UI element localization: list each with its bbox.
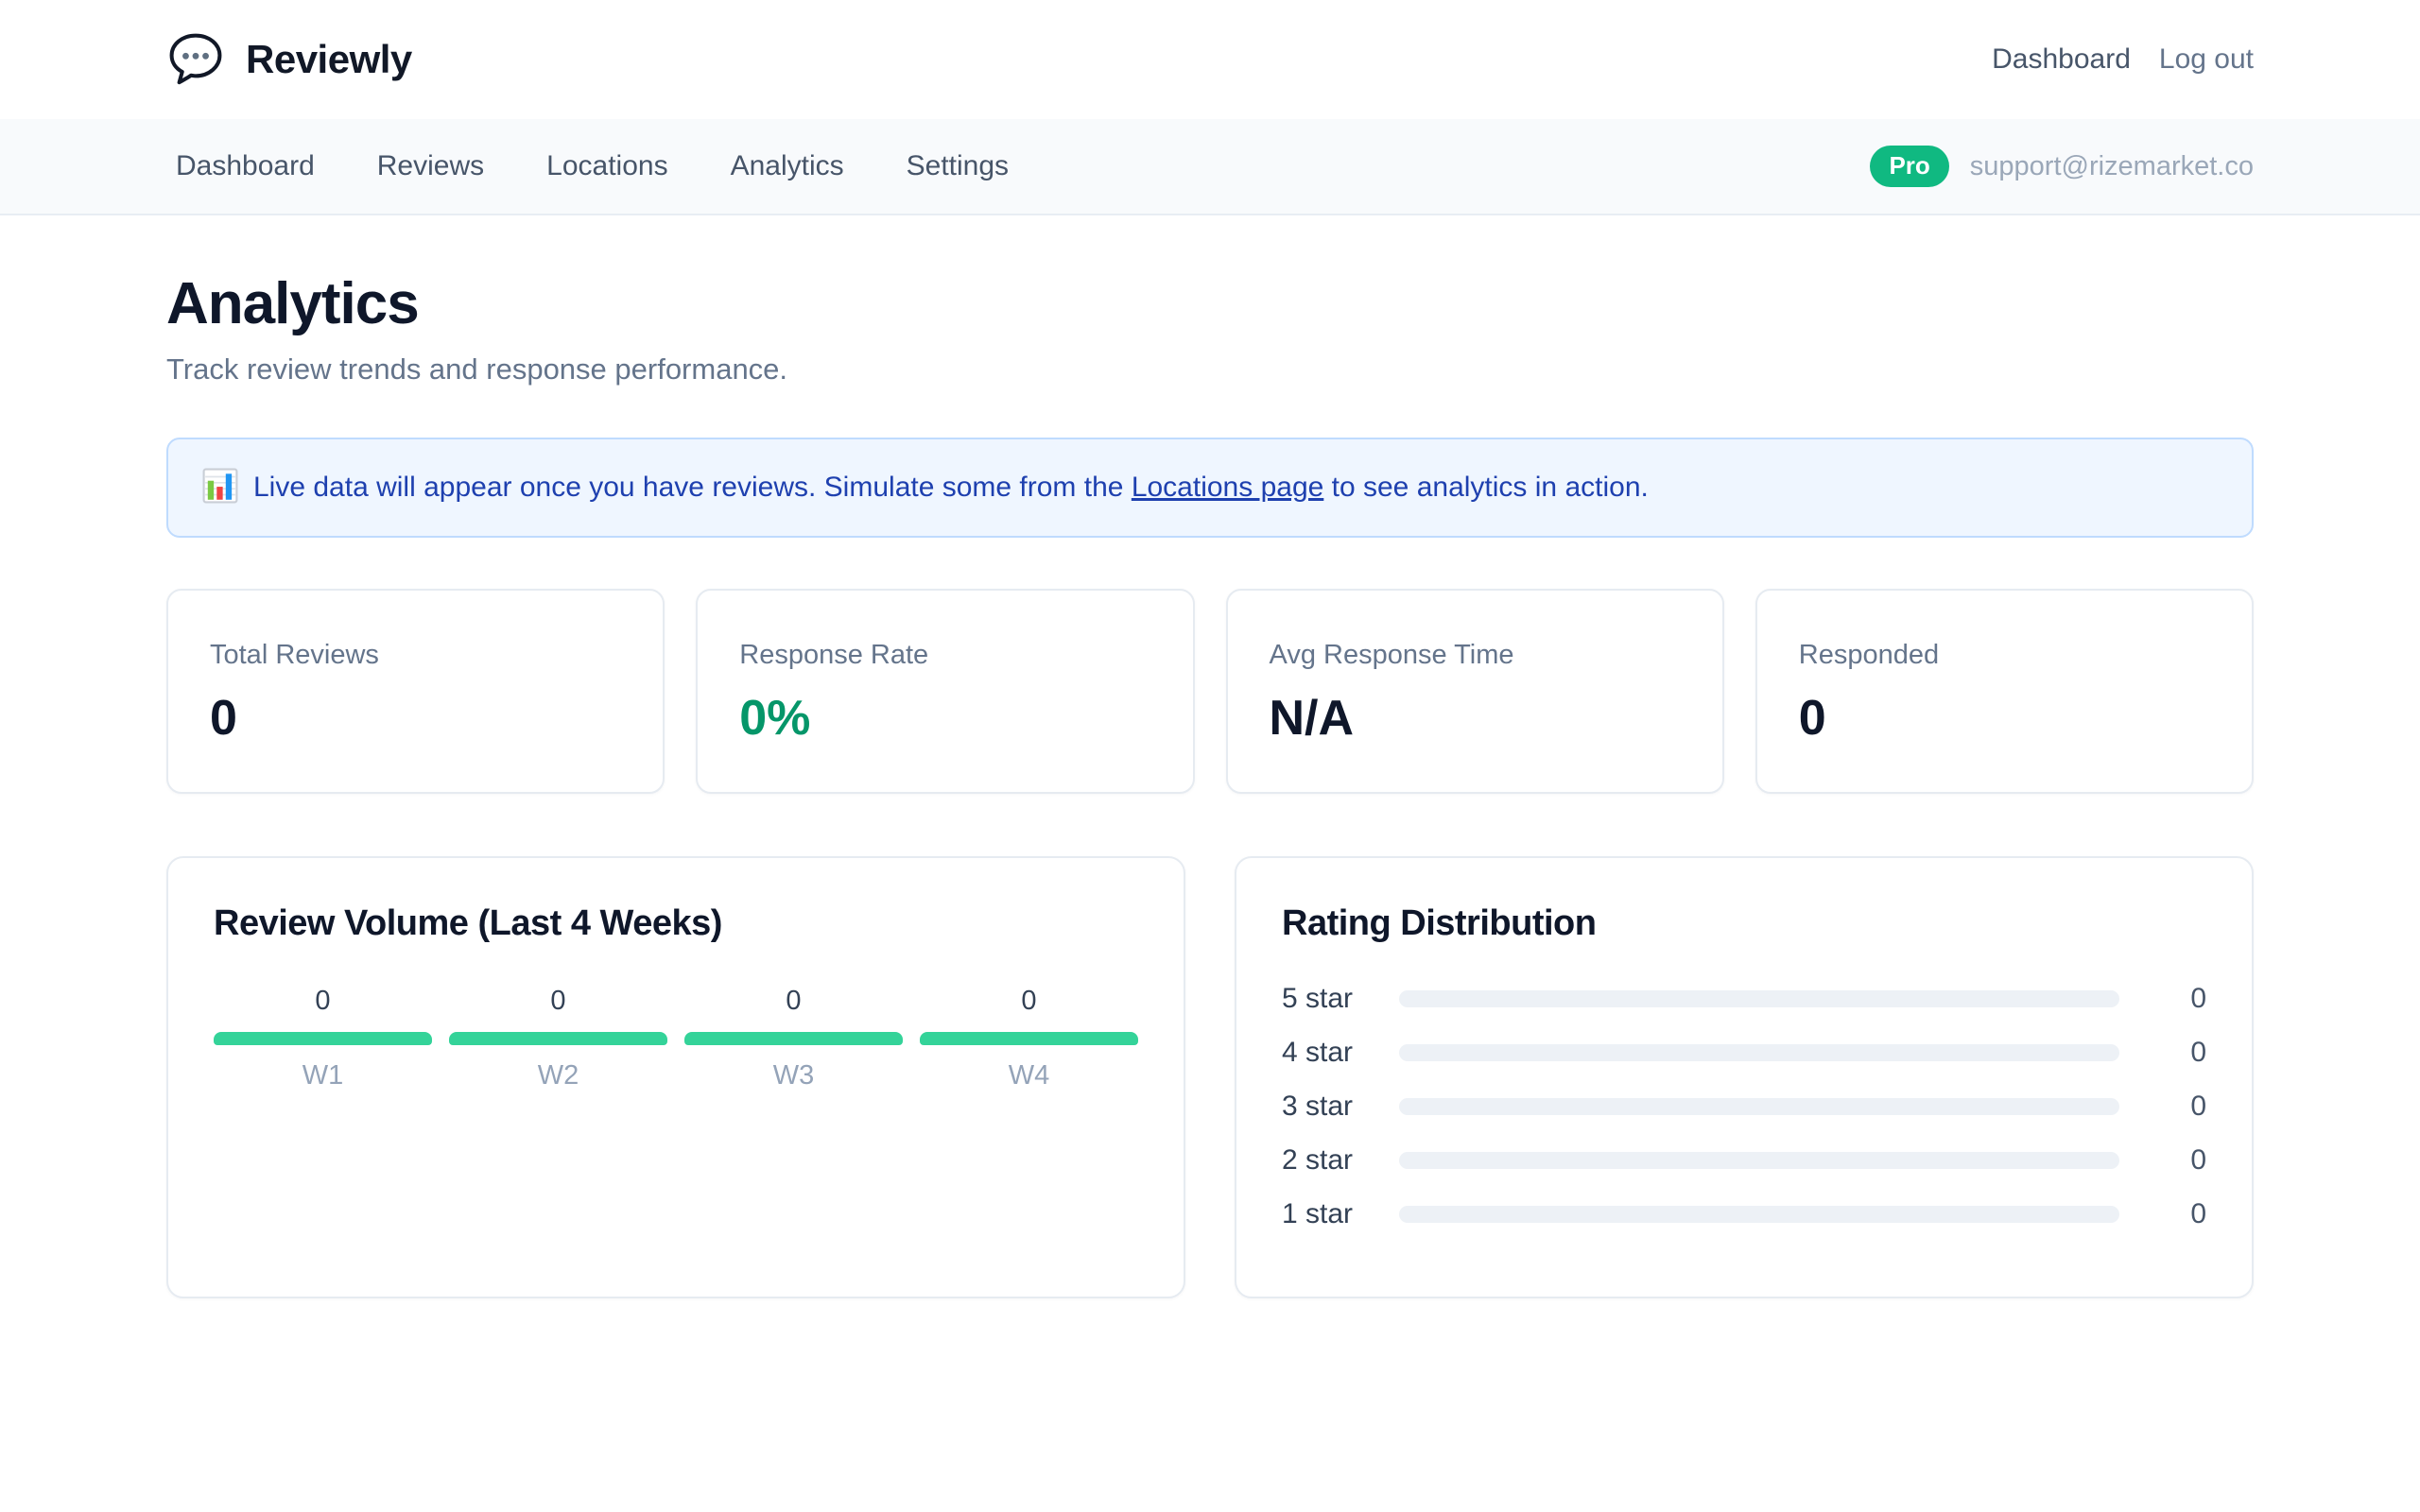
nav-user-area: Pro support@rizemarket.co <box>1870 146 2254 186</box>
rating-row-4-star: 4 star 0 <box>1282 1036 2206 1070</box>
volume-value: 0 <box>449 986 667 1017</box>
volume-bar <box>449 1032 667 1045</box>
rating-count: 0 <box>2119 1144 2206 1177</box>
stat-value: 0 <box>1799 694 2210 743</box>
stat-value: 0 <box>210 694 621 743</box>
volume-value: 0 <box>214 986 432 1017</box>
review-volume-chart: 0 W1 0 W2 0 W3 0 W4 <box>214 986 1138 1091</box>
nav-item-settings[interactable]: Settings <box>907 150 1009 182</box>
volume-bar <box>920 1032 1138 1045</box>
nav-item-analytics[interactable]: Analytics <box>731 150 844 182</box>
stat-card-avg-response-time: Avg Response Time N/A <box>1226 589 1724 794</box>
rating-track <box>1399 1206 2119 1223</box>
volume-week-label: W4 <box>920 1060 1138 1091</box>
navbar: Dashboard Reviews Locations Analytics Se… <box>0 119 2420 215</box>
stat-label: Response Rate <box>739 640 1150 671</box>
nav-item-dashboard[interactable]: Dashboard <box>176 150 315 182</box>
rating-distribution-chart: 5 star 0 4 star 0 3 star 0 2 star <box>1282 982 2206 1231</box>
rating-label: 5 star <box>1282 983 1399 1015</box>
header-links: Dashboard Log out <box>1992 43 2254 76</box>
volume-column-w1: 0 W1 <box>214 986 432 1091</box>
volume-week-label: W2 <box>449 1060 667 1091</box>
volume-column-w3: 0 W3 <box>684 986 903 1091</box>
nav-item-locations[interactable]: Locations <box>546 150 667 182</box>
rating-track <box>1399 1044 2119 1061</box>
rating-label: 4 star <box>1282 1037 1399 1069</box>
rating-count: 0 <box>2119 1091 2206 1123</box>
banner-text: Live data will appear once you have revi… <box>253 472 1649 504</box>
review-volume-title: Review Volume (Last 4 Weeks) <box>214 903 1138 944</box>
locations-page-link[interactable]: Locations page <box>1132 472 1324 503</box>
page-title: Analytics <box>166 270 2254 337</box>
stat-value: 0% <box>739 694 1150 743</box>
nav-items: Dashboard Reviews Locations Analytics Se… <box>166 150 1009 182</box>
volume-bar <box>214 1032 432 1045</box>
volume-column-w2: 0 W2 <box>449 986 667 1091</box>
logout-link[interactable]: Log out <box>2159 43 2254 76</box>
info-banner: Live data will appear once you have revi… <box>166 438 2254 538</box>
rating-row-3-star: 3 star 0 <box>1282 1090 2206 1124</box>
rating-track <box>1399 1098 2119 1115</box>
charts-grid: Review Volume (Last 4 Weeks) 0 W1 0 W2 0… <box>166 856 2254 1298</box>
volume-week-label: W1 <box>214 1060 432 1091</box>
banner-text-after: to see analytics in action. <box>1323 472 1649 503</box>
stat-card-response-rate: Response Rate 0% <box>696 589 1194 794</box>
rating-count: 0 <box>2119 1198 2206 1230</box>
rating-distribution-panel: Rating Distribution 5 star 0 4 star 0 3 … <box>1235 856 2254 1298</box>
pro-plan-badge: Pro <box>1870 146 1948 186</box>
volume-column-w4: 0 W4 <box>920 986 1138 1091</box>
brand: Reviewly <box>166 30 412 89</box>
rating-track <box>1399 990 2119 1007</box>
banner-text-before: Live data will appear once you have revi… <box>253 472 1132 503</box>
stats-grid: Total Reviews 0 Response Rate 0% Avg Res… <box>166 589 2254 794</box>
rating-label: 1 star <box>1282 1198 1399 1230</box>
rating-distribution-title: Rating Distribution <box>1282 903 2206 944</box>
stat-value: N/A <box>1270 694 1681 743</box>
volume-bar <box>684 1032 903 1045</box>
stat-card-responded: Responded 0 <box>1755 589 2254 794</box>
stat-label: Total Reviews <box>210 640 621 671</box>
rating-count: 0 <box>2119 1037 2206 1069</box>
rating-label: 3 star <box>1282 1091 1399 1123</box>
review-volume-panel: Review Volume (Last 4 Weeks) 0 W1 0 W2 0… <box>166 856 1185 1298</box>
bar-chart-icon <box>202 468 238 508</box>
rating-track <box>1399 1152 2119 1169</box>
rating-count: 0 <box>2119 983 2206 1015</box>
page-subtitle: Track review trends and response perform… <box>166 352 2254 387</box>
nav-item-reviews[interactable]: Reviews <box>377 150 484 182</box>
main-content: Analytics Track review trends and respon… <box>0 215 2420 1298</box>
brand-name: Reviewly <box>246 37 412 82</box>
volume-week-label: W3 <box>684 1060 903 1091</box>
rating-row-1-star: 1 star 0 <box>1282 1197 2206 1231</box>
rating-row-2-star: 2 star 0 <box>1282 1143 2206 1177</box>
stat-card-total-reviews: Total Reviews 0 <box>166 589 665 794</box>
stat-label: Avg Response Time <box>1270 640 1681 671</box>
stat-label: Responded <box>1799 640 2210 671</box>
header-dashboard-link[interactable]: Dashboard <box>1992 43 2131 76</box>
rating-label: 2 star <box>1282 1144 1399 1177</box>
volume-value: 0 <box>920 986 1138 1017</box>
rating-row-5-star: 5 star 0 <box>1282 982 2206 1016</box>
volume-value: 0 <box>684 986 903 1017</box>
user-email: support@rizemarket.co <box>1970 151 2254 182</box>
top-header: Reviewly Dashboard Log out <box>0 0 2420 119</box>
speech-bubble-logo-icon <box>166 30 225 89</box>
